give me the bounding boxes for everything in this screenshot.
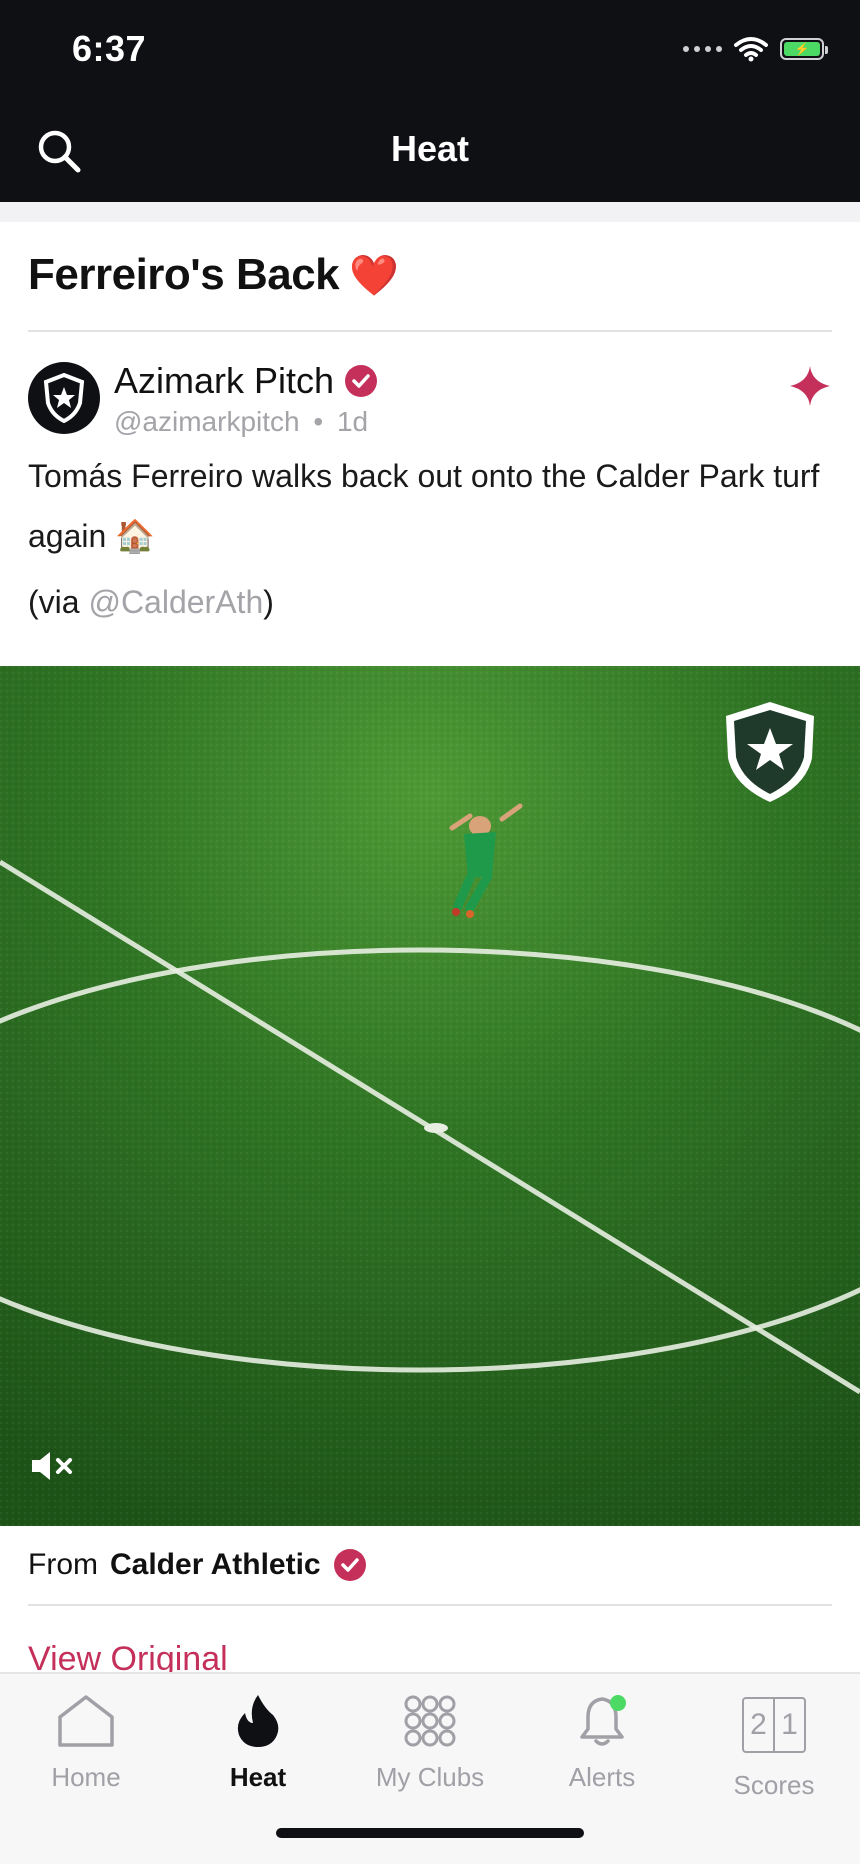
post-age: 1d bbox=[336, 406, 369, 437]
scores-icon: 2 1 bbox=[742, 1697, 806, 1753]
tab-label: Scores bbox=[733, 1770, 815, 1800]
author-name[interactable]: Azimark Pitch bbox=[114, 360, 378, 402]
post-via: (via @CalderAth) bbox=[28, 584, 274, 621]
post-title-text: Ferreiro's Back bbox=[28, 250, 340, 299]
verified-badge-icon bbox=[333, 1549, 366, 1581]
divider bbox=[28, 1604, 832, 1606]
mute-icon[interactable] bbox=[28, 1446, 78, 1486]
tab-home[interactable]: Home bbox=[0, 1688, 172, 1808]
tab-heat[interactable]: Heat bbox=[172, 1688, 344, 1808]
tab-my-clubs[interactable]: My Clubs bbox=[344, 1688, 516, 1808]
post-video[interactable] bbox=[0, 666, 860, 1526]
home-indicator bbox=[276, 1828, 584, 1838]
sparkle-icon[interactable] bbox=[790, 366, 830, 406]
author-name-text: Azimark Pitch bbox=[114, 360, 335, 401]
shield-logo-icon bbox=[43, 373, 85, 423]
status-icons: ⚡ bbox=[683, 36, 828, 62]
via-handle-link[interactable]: @CalderAth bbox=[88, 584, 263, 620]
pitch-photo bbox=[0, 666, 860, 1526]
page-title: Heat bbox=[390, 128, 470, 169]
scores-icon-right: 1 bbox=[781, 1708, 798, 1741]
divider bbox=[28, 330, 832, 332]
verified-badge-icon bbox=[345, 365, 378, 397]
tab-label: My Clubs bbox=[375, 1762, 485, 1792]
via-suffix: ) bbox=[263, 584, 274, 620]
section-separator bbox=[0, 202, 860, 222]
wifi-icon bbox=[734, 37, 768, 62]
meta-separator: • bbox=[313, 406, 324, 437]
via-prefix: (via bbox=[28, 584, 89, 620]
scores-icon-left: 2 bbox=[744, 1699, 775, 1751]
bell-icon bbox=[580, 1695, 626, 1746]
signal-dots-icon bbox=[683, 46, 722, 52]
post-title: Ferreiro's Back ❤️ bbox=[28, 250, 399, 300]
avatar[interactable] bbox=[28, 362, 100, 434]
heart-emoji: ❤️ bbox=[349, 253, 399, 298]
top-bar: 6:37 ⚡ Heat bbox=[0, 0, 860, 202]
flame-icon bbox=[237, 1695, 279, 1747]
handle-text: @azimarkpitch bbox=[114, 406, 300, 437]
tab-label: Heat bbox=[229, 1762, 287, 1792]
alert-dot bbox=[610, 1695, 626, 1711]
tab-label: Home bbox=[51, 1762, 121, 1792]
tab-label: Alerts bbox=[568, 1762, 636, 1792]
from-label: From bbox=[28, 1548, 98, 1581]
status-time: 6:37 bbox=[72, 28, 147, 69]
post-body: Tomás Ferreiro walks back out onto the C… bbox=[28, 458, 820, 554]
tab-alerts[interactable]: Alerts bbox=[516, 1688, 688, 1808]
tab-scores[interactable]: 2 1 Scores bbox=[688, 1688, 860, 1808]
source-line: From Calder Athletic bbox=[28, 1548, 367, 1582]
battery-icon: ⚡ bbox=[780, 38, 828, 60]
author-handle: @azimarkpitch • 1d bbox=[114, 406, 368, 438]
clubs-grid-icon bbox=[404, 1695, 456, 1747]
source-club-link[interactable]: Calder Athletic bbox=[110, 1548, 321, 1582]
home-icon bbox=[58, 1695, 114, 1747]
